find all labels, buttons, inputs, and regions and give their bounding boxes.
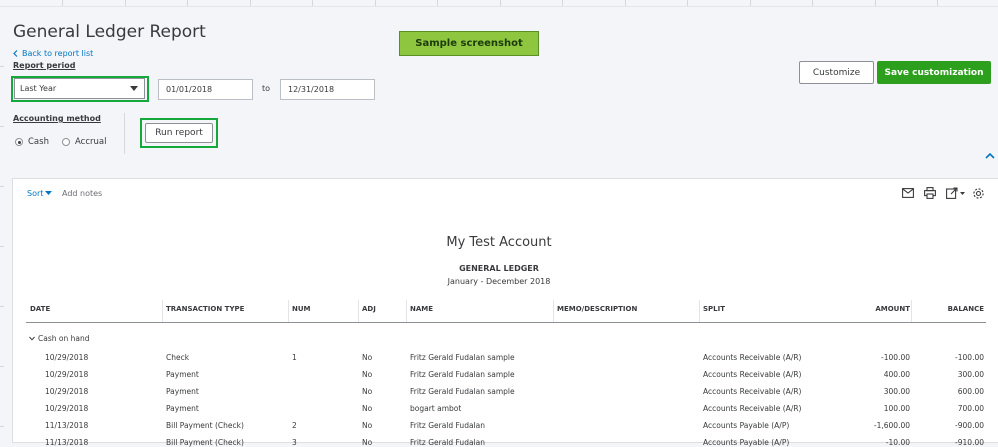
vertical-divider xyxy=(124,113,125,154)
caret-down-icon xyxy=(45,191,53,195)
header-rule xyxy=(26,322,986,323)
cell-balance: 300.00 xyxy=(957,370,984,379)
cell-adj: No xyxy=(362,404,373,413)
cell-adj: No xyxy=(362,370,373,379)
cell-adj: No xyxy=(362,353,373,362)
cell-name: Fritz Gerald Fudalan sample xyxy=(410,353,515,362)
col-header-adj[interactable]: ADJ xyxy=(362,305,376,313)
to-label: to xyxy=(262,84,271,93)
gear-icon[interactable] xyxy=(972,187,985,200)
cell-balance: 600.00 xyxy=(957,387,984,396)
radio-cash-indicator xyxy=(15,138,23,146)
back-link-label: Back to report list xyxy=(22,49,94,58)
report-period-value: Last Year xyxy=(20,84,57,93)
top-grid-strip xyxy=(0,0,998,7)
report-period-label: Report period xyxy=(13,61,76,70)
add-notes-link[interactable]: Add notes xyxy=(62,189,102,198)
col-divider xyxy=(553,300,554,322)
cell-split: Accounts Receivable (A/R) xyxy=(703,404,802,413)
chevron-down-icon xyxy=(29,336,35,341)
col-header-memo[interactable]: MEMO/DESCRIPTION xyxy=(557,305,637,313)
run-report-button[interactable]: Run report xyxy=(145,123,213,143)
cell-transaction-type: Check xyxy=(166,353,190,362)
chevron-up-icon[interactable] xyxy=(985,152,995,160)
group-label: Cash on hand xyxy=(38,334,90,343)
cell-split: Accounts Receivable (A/R) xyxy=(703,353,802,362)
cell-name: Fritz Gerald Fudalan sample xyxy=(410,370,515,379)
col-header-amount[interactable]: AMOUNT xyxy=(830,305,910,313)
cell-balance: 700.00 xyxy=(957,404,984,413)
cell-adj: No xyxy=(362,387,373,396)
left-grid-strip xyxy=(0,6,6,443)
date-from-value: 01/01/2018 xyxy=(166,85,213,94)
save-customization-button[interactable]: Save customization xyxy=(877,61,991,84)
cell-date: 10/29/2018 xyxy=(45,404,89,413)
col-header-balance[interactable]: BALANCE xyxy=(904,305,984,313)
export-icon[interactable] xyxy=(946,187,966,199)
print-icon[interactable] xyxy=(924,187,936,199)
cell-date: 10/29/2018 xyxy=(45,353,89,362)
col-header-name[interactable]: NAME xyxy=(410,305,433,313)
radio-accrual[interactable]: Accrual xyxy=(62,137,106,147)
mail-icon[interactable] xyxy=(902,188,914,198)
cell-date: 10/29/2018 xyxy=(45,387,89,396)
col-header-split[interactable]: SPLIT xyxy=(703,305,725,313)
cell-transaction-type: Payment xyxy=(166,404,199,413)
cell-adj: No xyxy=(362,421,373,430)
back-to-report-list-link[interactable]: Back to report list xyxy=(13,49,93,58)
page-title: General Ledger Report xyxy=(13,22,206,42)
radio-accrual-label: Accrual xyxy=(75,137,107,147)
cell-name: Fritz Gerald Fudalan sample xyxy=(410,387,515,396)
cell-balance: -100.00 xyxy=(955,353,984,362)
company-name: My Test Account xyxy=(446,235,552,250)
col-divider xyxy=(358,300,359,322)
cell-num: 2 xyxy=(292,421,297,430)
customize-button[interactable]: Customize xyxy=(799,61,874,84)
cell-split: Accounts Payable (A/P) xyxy=(703,421,790,430)
date-to-input[interactable]: 12/31/2018 xyxy=(280,79,375,100)
cell-date: 11/13/2018 xyxy=(45,421,89,430)
caret-down-icon xyxy=(130,86,138,91)
chevron-left-icon xyxy=(13,50,18,57)
accounting-method-label: Accounting method xyxy=(13,114,101,123)
date-from-input[interactable]: 01/01/2018 xyxy=(158,79,253,100)
cell-split: Accounts Receivable (A/R) xyxy=(703,370,802,379)
cell-transaction-type: Payment xyxy=(166,370,199,379)
col-header-transaction-type[interactable]: TRANSACTION TYPE xyxy=(166,305,244,313)
col-header-num[interactable]: NUM xyxy=(292,305,311,313)
sample-screenshot-badge: Sample screenshot xyxy=(399,31,539,56)
col-divider xyxy=(699,300,700,322)
cell-transaction-type: Bill Payment (Check) xyxy=(166,421,244,430)
cell-date: 10/29/2018 xyxy=(45,370,89,379)
col-divider xyxy=(406,300,407,322)
sort-label: Sort xyxy=(27,189,44,198)
col-divider xyxy=(288,300,289,322)
report-period-select[interactable]: Last Year xyxy=(14,78,145,99)
report-date-range: January - December 2018 xyxy=(447,277,551,286)
col-divider xyxy=(162,300,163,322)
cell-name: bogart ambot xyxy=(410,404,462,413)
radio-accrual-indicator xyxy=(62,138,70,146)
radio-cash-label: Cash xyxy=(28,137,49,147)
col-header-date[interactable]: DATE xyxy=(30,305,50,313)
cell-transaction-type: Payment xyxy=(166,387,199,396)
date-to-value: 12/31/2018 xyxy=(288,85,335,94)
cell-balance: -900.00 xyxy=(955,421,984,430)
report-name: GENERAL LEDGER xyxy=(459,264,539,273)
cell-name: Fritz Gerald Fudalan xyxy=(410,421,485,430)
group-row-cash-on-hand[interactable]: Cash on hand xyxy=(29,334,89,343)
col-divider xyxy=(911,300,912,322)
cell-num: 1 xyxy=(292,353,297,362)
radio-cash[interactable]: Cash xyxy=(15,137,49,147)
cell-split: Accounts Receivable (A/R) xyxy=(703,387,802,396)
sort-dropdown[interactable]: Sort xyxy=(27,189,53,198)
